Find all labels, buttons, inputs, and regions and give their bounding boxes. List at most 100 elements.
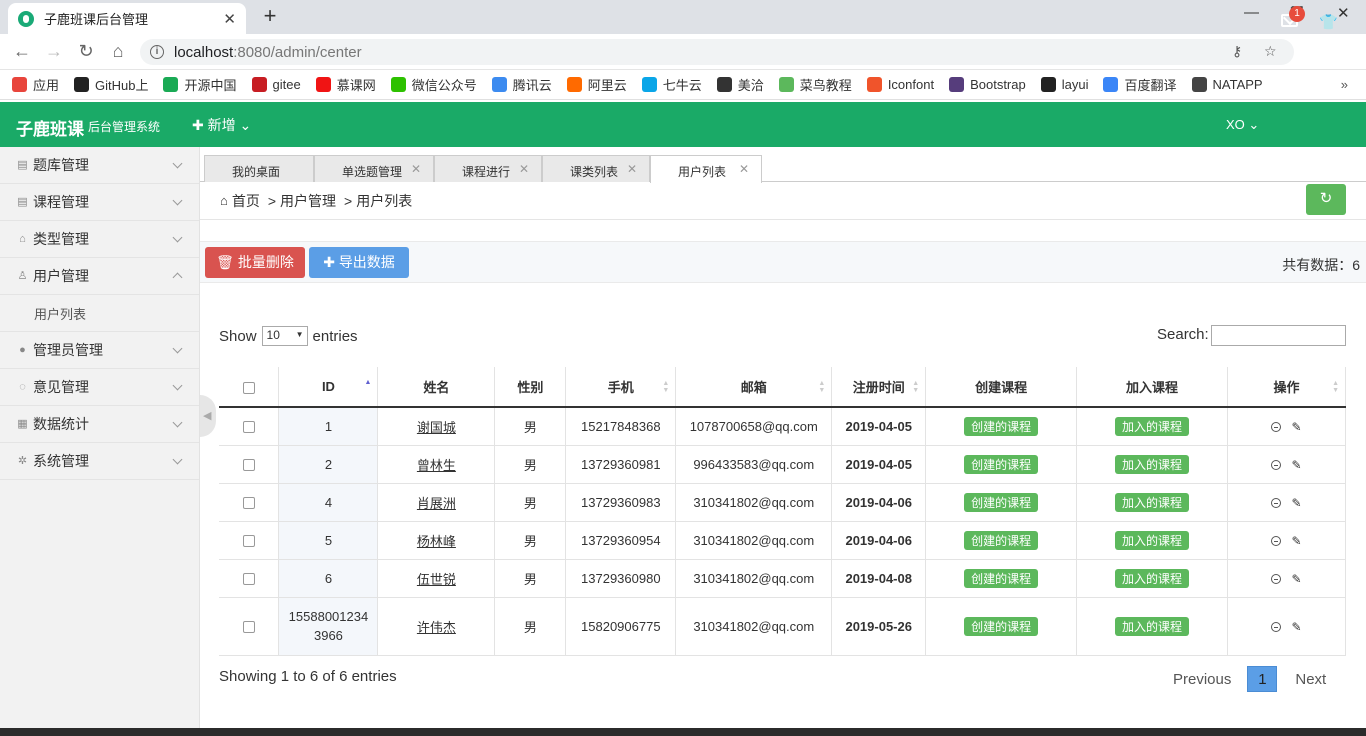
- row-checkbox[interactable]: [242, 459, 255, 472]
- row-checkbox[interactable]: [242, 621, 255, 634]
- edit-pencil-icon[interactable]: ✎: [1291, 620, 1301, 634]
- back-arrow-icon[interactable]: ←: [11, 41, 33, 62]
- app-logo[interactable]: 子鹿班课: [16, 115, 84, 140]
- bookmark-item[interactable]: 腾讯云: [491, 75, 552, 94]
- joined-courses-button[interactable]: 加入的课程: [1115, 416, 1190, 436]
- bookmark-item[interactable]: 美洽: [716, 75, 764, 94]
- browser-tab[interactable]: 子鹿班课后台管理 ✕: [8, 3, 246, 34]
- disable-icon[interactable]: [1271, 498, 1282, 509]
- site-info-icon[interactable]: i: [150, 45, 164, 59]
- row-checkbox[interactable]: [242, 535, 255, 548]
- column-header[interactable]: 操作 ▲ ▼: [1227, 367, 1346, 408]
- created-courses-button[interactable]: 创建的课程: [964, 454, 1039, 474]
- sidebar-collapse-handle[interactable]: ◀: [200, 395, 216, 437]
- disable-icon[interactable]: [1271, 460, 1282, 471]
- edit-pencil-icon[interactable]: ✎: [1291, 572, 1301, 586]
- bookmarks-more-icon[interactable]: »: [1341, 77, 1348, 92]
- minimize-icon[interactable]: —: [1244, 4, 1259, 21]
- bookmark-item[interactable]: 微信公众号: [390, 75, 477, 94]
- next-page-button[interactable]: Next: [1295, 671, 1326, 688]
- sidebar-item[interactable]: ▤ 题库管理: [0, 147, 199, 184]
- user-name-link[interactable]: 杨林峰: [417, 534, 456, 549]
- page-tab[interactable]: 课类列表 ✕: [542, 155, 650, 182]
- bookmark-item[interactable]: layui: [1040, 77, 1088, 92]
- user-name-link[interactable]: 谢国城: [417, 420, 456, 435]
- sidebar-subitem-user-list[interactable]: 用户列表: [0, 295, 199, 332]
- joined-courses-button[interactable]: 加入的课程: [1115, 492, 1190, 512]
- user-name-link[interactable]: 许伟杰: [417, 620, 456, 635]
- new-tab-button[interactable]: +: [256, 5, 284, 29]
- edit-pencil-icon[interactable]: ✎: [1291, 420, 1301, 434]
- sidebar-item[interactable]: ◌ 意见管理: [0, 369, 199, 406]
- joined-courses-button[interactable]: 加入的课程: [1115, 568, 1190, 588]
- joined-courses-button[interactable]: 加入的课程: [1115, 530, 1190, 550]
- breadcrumb-home[interactable]: 首页: [232, 191, 260, 211]
- edit-pencil-icon[interactable]: ✎: [1291, 496, 1301, 510]
- page-tab[interactable]: 单选题管理 ✕: [314, 155, 434, 182]
- bookmark-item[interactable]: gitee: [251, 77, 301, 92]
- bookmark-item[interactable]: 七牛云: [641, 75, 702, 94]
- column-header[interactable]: 邮箱 ▲ ▼: [675, 367, 833, 408]
- tab-close-icon[interactable]: ✕: [411, 162, 421, 176]
- disable-icon[interactable]: [1271, 622, 1282, 633]
- column-header[interactable]: 性别: [494, 367, 567, 408]
- column-header[interactable]: 加入课程: [1076, 367, 1229, 408]
- sidebar-item[interactable]: ♙ 用户管理: [0, 258, 199, 295]
- disable-icon[interactable]: [1271, 536, 1282, 547]
- bookmark-item[interactable]: 菜鸟教程: [778, 75, 852, 94]
- created-courses-button[interactable]: 创建的课程: [964, 568, 1039, 588]
- sidebar-item[interactable]: ⌂ 类型管理: [0, 221, 199, 258]
- sidebar-item[interactable]: ● 管理员管理: [0, 332, 199, 369]
- page-1-button[interactable]: 1: [1247, 666, 1278, 692]
- bookmark-item[interactable]: Iconfont: [866, 77, 934, 92]
- export-data-button[interactable]: ✚ 导出数据: [309, 247, 409, 278]
- row-checkbox[interactable]: [242, 421, 255, 434]
- tab-close-icon[interactable]: ✕: [739, 162, 749, 176]
- created-courses-button[interactable]: 创建的课程: [964, 492, 1039, 512]
- refresh-button[interactable]: ↻: [1306, 184, 1346, 215]
- page-size-select[interactable]: 10: [261, 326, 308, 346]
- bookmark-item[interactable]: 开源中国: [163, 75, 237, 94]
- user-name-link[interactable]: 伍世锐: [417, 572, 456, 587]
- sidebar-item[interactable]: ▤ 课程管理: [0, 184, 199, 221]
- bookmark-item[interactable]: GitHub上: [74, 75, 148, 94]
- column-header[interactable]: 手机 ▲ ▼: [565, 367, 677, 408]
- joined-courses-button[interactable]: 加入的课程: [1115, 616, 1190, 636]
- batch-delete-button[interactable]: 🗑 批量删除: [205, 247, 305, 278]
- bookmark-star-icon[interactable]: ☆: [1264, 43, 1277, 60]
- bookmark-item[interactable]: 阿里云: [566, 75, 627, 94]
- forward-arrow-icon[interactable]: →: [43, 41, 65, 62]
- breadcrumb-user-mgmt[interactable]: 用户管理: [280, 191, 336, 211]
- select-all-checkbox[interactable]: [242, 381, 255, 394]
- bookmark-item[interactable]: Bootstrap: [949, 77, 1026, 92]
- window-close-icon[interactable]: ✕: [1337, 4, 1350, 22]
- user-name-link[interactable]: 肖展洲: [417, 496, 456, 511]
- tab-close-icon[interactable]: ✕: [223, 10, 236, 28]
- bookmark-item[interactable]: 应用: [12, 75, 59, 94]
- reload-icon[interactable]: ↻: [75, 41, 97, 62]
- page-tab[interactable]: 我的桌面: [204, 155, 314, 182]
- disable-icon[interactable]: [1271, 574, 1282, 585]
- tab-close-icon[interactable]: ✕: [627, 162, 637, 176]
- row-checkbox[interactable]: [242, 497, 255, 510]
- bookmark-item[interactable]: NATAPP: [1191, 77, 1263, 92]
- tab-close-icon[interactable]: ✕: [519, 162, 529, 176]
- theme-shirt-icon[interactable]: 👕: [1319, 13, 1338, 31]
- add-new-dropdown[interactable]: ✚ 新增 ⌄: [192, 115, 251, 135]
- created-courses-button[interactable]: 创建的课程: [964, 616, 1039, 636]
- created-courses-button[interactable]: 创建的课程: [964, 530, 1039, 550]
- sidebar-item[interactable]: ✲ 系统管理: [0, 443, 199, 480]
- bookmark-item[interactable]: 百度翻译: [1103, 75, 1177, 94]
- url-field[interactable]: i localhost:8080/admin/center ⚷ ☆: [140, 39, 1294, 65]
- column-header[interactable]: 姓名: [377, 367, 496, 408]
- user-dropdown[interactable]: XO ⌄: [1226, 117, 1259, 133]
- column-header[interactable]: ID ▲: [278, 367, 379, 408]
- edit-pencil-icon[interactable]: ✎: [1291, 534, 1301, 548]
- disable-icon[interactable]: [1271, 422, 1282, 433]
- column-header[interactable]: 注册时间 ▲ ▼: [831, 367, 927, 408]
- column-header[interactable]: 创建课程: [925, 367, 1078, 408]
- search-input[interactable]: [1211, 325, 1346, 346]
- bookmark-item[interactable]: 慕课网: [315, 75, 376, 94]
- joined-courses-button[interactable]: 加入的课程: [1115, 454, 1190, 474]
- page-tab[interactable]: 课程进行 ✕: [434, 155, 542, 182]
